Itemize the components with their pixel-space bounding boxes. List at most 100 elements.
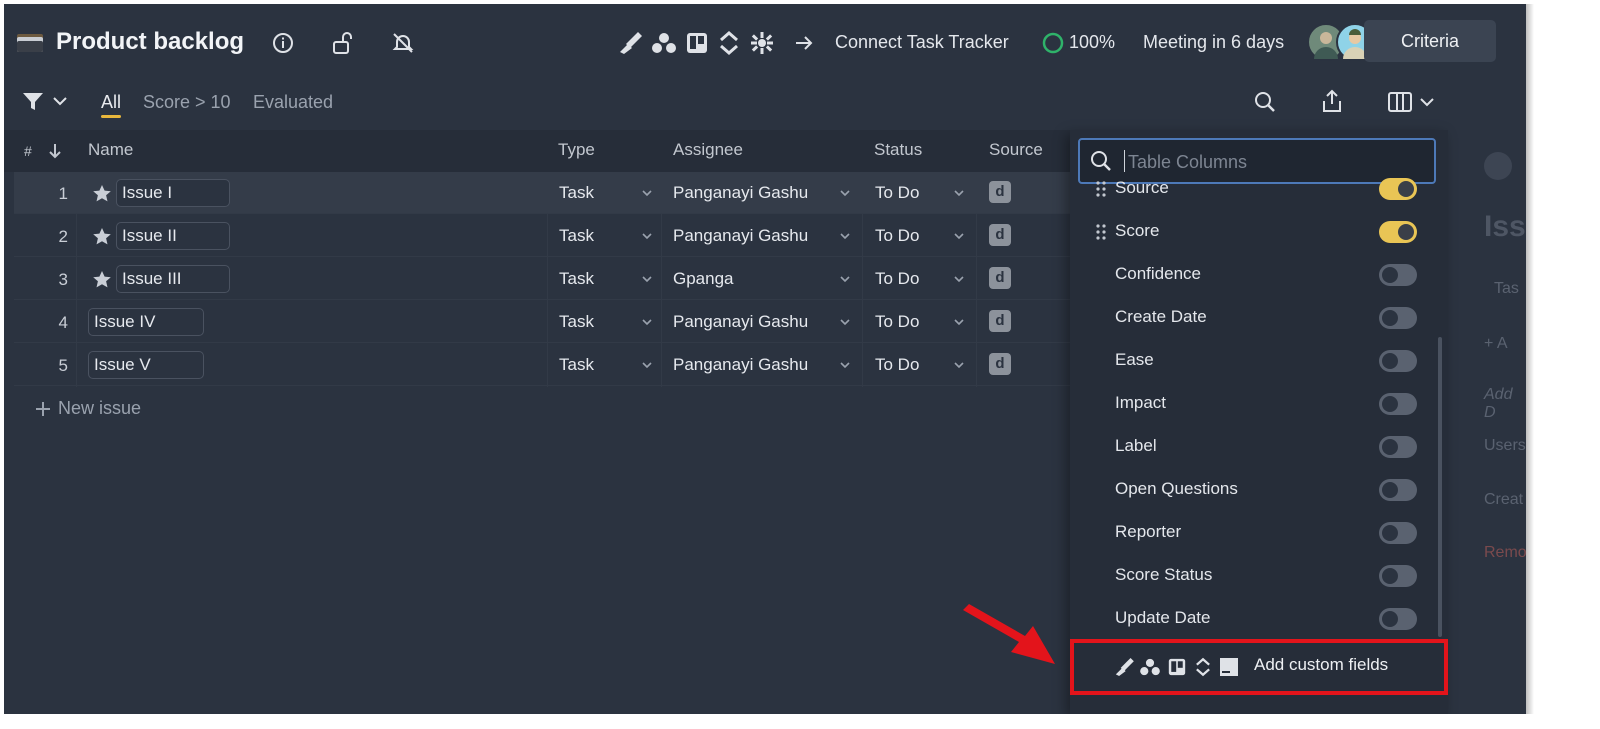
chevron-down-icon[interactable] xyxy=(838,272,852,286)
meeting-label[interactable]: Meeting in 6 days xyxy=(1143,32,1284,53)
issue-name-field[interactable]: Issue III xyxy=(116,265,230,293)
status-select[interactable]: To Do xyxy=(875,269,919,289)
tab-evaluated[interactable]: Evaluated xyxy=(253,92,333,113)
column-option[interactable]: Impact xyxy=(1070,383,1448,426)
toggle-knob xyxy=(1382,353,1398,369)
type-select[interactable]: Task xyxy=(559,183,594,203)
add-custom-fields-button[interactable]: Add custom fields xyxy=(1070,639,1448,695)
sort-arrow-down-icon[interactable] xyxy=(48,143,62,164)
chevron-down-icon[interactable] xyxy=(952,186,966,200)
chevron-down-icon[interactable] xyxy=(838,186,852,200)
status-select[interactable]: To Do xyxy=(875,355,919,375)
status-select[interactable]: To Do xyxy=(875,226,919,246)
column-header-status[interactable]: Status xyxy=(874,140,922,160)
status-select[interactable]: To Do xyxy=(875,312,919,332)
chevron-down-icon[interactable] xyxy=(640,358,654,372)
column-option[interactable]: Confidence xyxy=(1070,254,1448,297)
trello-icon[interactable] xyxy=(686,32,708,59)
chevron-down-icon[interactable] xyxy=(952,315,966,329)
column-toggle[interactable] xyxy=(1379,221,1417,243)
notifications-off-icon[interactable] xyxy=(391,31,415,60)
chevron-down-icon[interactable] xyxy=(838,315,852,329)
column-toggle[interactable] xyxy=(1379,479,1417,501)
assignee-select[interactable]: Panganayi Gashu xyxy=(673,312,808,332)
tab-score-gt-10[interactable]: Score > 10 xyxy=(143,92,231,113)
criteria-button[interactable]: Criteria xyxy=(1364,20,1496,62)
column-option[interactable]: Ease xyxy=(1070,340,1448,383)
chevron-down-icon[interactable] xyxy=(640,229,654,243)
filter-icon[interactable] xyxy=(22,92,44,117)
type-select[interactable]: Task xyxy=(559,226,594,246)
chevron-down-icon[interactable] xyxy=(952,358,966,372)
assignee-select[interactable]: Panganayi Gashu xyxy=(673,183,808,203)
column-option[interactable]: Update Date xyxy=(1070,598,1448,641)
type-select[interactable]: Task xyxy=(559,355,594,375)
column-toggle[interactable] xyxy=(1379,436,1417,458)
issue-name-field[interactable]: Issue I xyxy=(116,179,230,207)
column-toggle[interactable] xyxy=(1379,608,1417,630)
toggle-knob xyxy=(1382,267,1398,283)
sync-icon xyxy=(1194,657,1212,682)
panel-remove: Remo xyxy=(1484,544,1526,561)
column-header-source[interactable]: Source xyxy=(989,140,1043,160)
issue-name-field[interactable]: Issue IV xyxy=(88,308,204,336)
dropdown-scrollbar[interactable] xyxy=(1438,337,1442,637)
chevron-down-icon[interactable] xyxy=(952,272,966,286)
column-option[interactable]: Open Questions xyxy=(1070,469,1448,512)
new-issue-button[interactable]: New issue xyxy=(34,398,141,419)
info-icon[interactable] xyxy=(272,32,294,59)
chevron-down-icon[interactable] xyxy=(952,229,966,243)
chevron-down-icon[interactable] xyxy=(640,272,654,286)
star-icon[interactable] xyxy=(92,270,112,294)
panel-add: + A xyxy=(1484,335,1508,353)
column-option[interactable]: Reporter xyxy=(1070,512,1448,555)
column-option[interactable]: Score Status xyxy=(1070,555,1448,598)
sync-icon[interactable] xyxy=(718,30,740,61)
column-toggle[interactable] xyxy=(1379,178,1417,200)
chevron-down-icon[interactable] xyxy=(838,229,852,243)
column-option[interactable]: Label xyxy=(1070,426,1448,469)
column-toggle[interactable] xyxy=(1379,522,1417,544)
column-toggle[interactable] xyxy=(1379,264,1417,286)
clickup-icon[interactable] xyxy=(750,31,774,60)
search-icon[interactable] xyxy=(1254,91,1276,118)
unlock-icon[interactable] xyxy=(332,31,354,60)
chevron-down-icon[interactable] xyxy=(52,94,68,113)
column-toggle[interactable] xyxy=(1379,350,1417,372)
jira-icon[interactable] xyxy=(618,32,642,59)
star-icon[interactable] xyxy=(92,184,112,208)
column-header-type[interactable]: Type xyxy=(558,140,595,160)
assignee-select[interactable]: Gpanga xyxy=(673,269,734,289)
share-icon[interactable] xyxy=(1321,89,1343,118)
issue-name-field[interactable]: Issue II xyxy=(116,222,230,250)
type-select[interactable]: Task xyxy=(559,312,594,332)
column-toggle[interactable] xyxy=(1379,393,1417,415)
assignee-select[interactable]: Panganayi Gashu xyxy=(673,226,808,246)
drag-handle-icon[interactable] xyxy=(1096,223,1106,241)
assignee-select[interactable]: Panganayi Gashu xyxy=(673,355,808,375)
column-header-number: # xyxy=(24,143,32,159)
column-toggle[interactable] xyxy=(1379,565,1417,587)
chevron-down-icon[interactable] xyxy=(838,358,852,372)
tab-all[interactable]: All xyxy=(101,92,121,113)
column-header-assignee[interactable]: Assignee xyxy=(673,140,743,160)
columns-icon[interactable] xyxy=(1388,92,1412,117)
asana-icon[interactable] xyxy=(652,32,676,59)
issue-name-field[interactable]: Issue V xyxy=(88,351,204,379)
star-icon[interactable] xyxy=(92,227,112,251)
column-option[interactable]: Source xyxy=(1070,168,1448,211)
column-option[interactable]: Score xyxy=(1070,211,1448,254)
type-select[interactable]: Task xyxy=(559,269,594,289)
chevron-down-icon[interactable] xyxy=(640,186,654,200)
chevron-down-icon[interactable] xyxy=(1419,95,1435,114)
column-option-label: Confidence xyxy=(1115,264,1202,283)
toggle-knob xyxy=(1398,224,1414,240)
column-option-label: Ease xyxy=(1115,350,1154,369)
status-select[interactable]: To Do xyxy=(875,183,919,203)
column-toggle[interactable] xyxy=(1379,307,1417,329)
chevron-down-icon[interactable] xyxy=(640,315,654,329)
drag-handle-icon[interactable] xyxy=(1096,180,1106,198)
column-option[interactable]: Create Date xyxy=(1070,297,1448,340)
column-header-name[interactable]: Name xyxy=(88,140,133,160)
connect-task-tracker-link[interactable]: Connect Task Tracker xyxy=(835,32,1009,53)
